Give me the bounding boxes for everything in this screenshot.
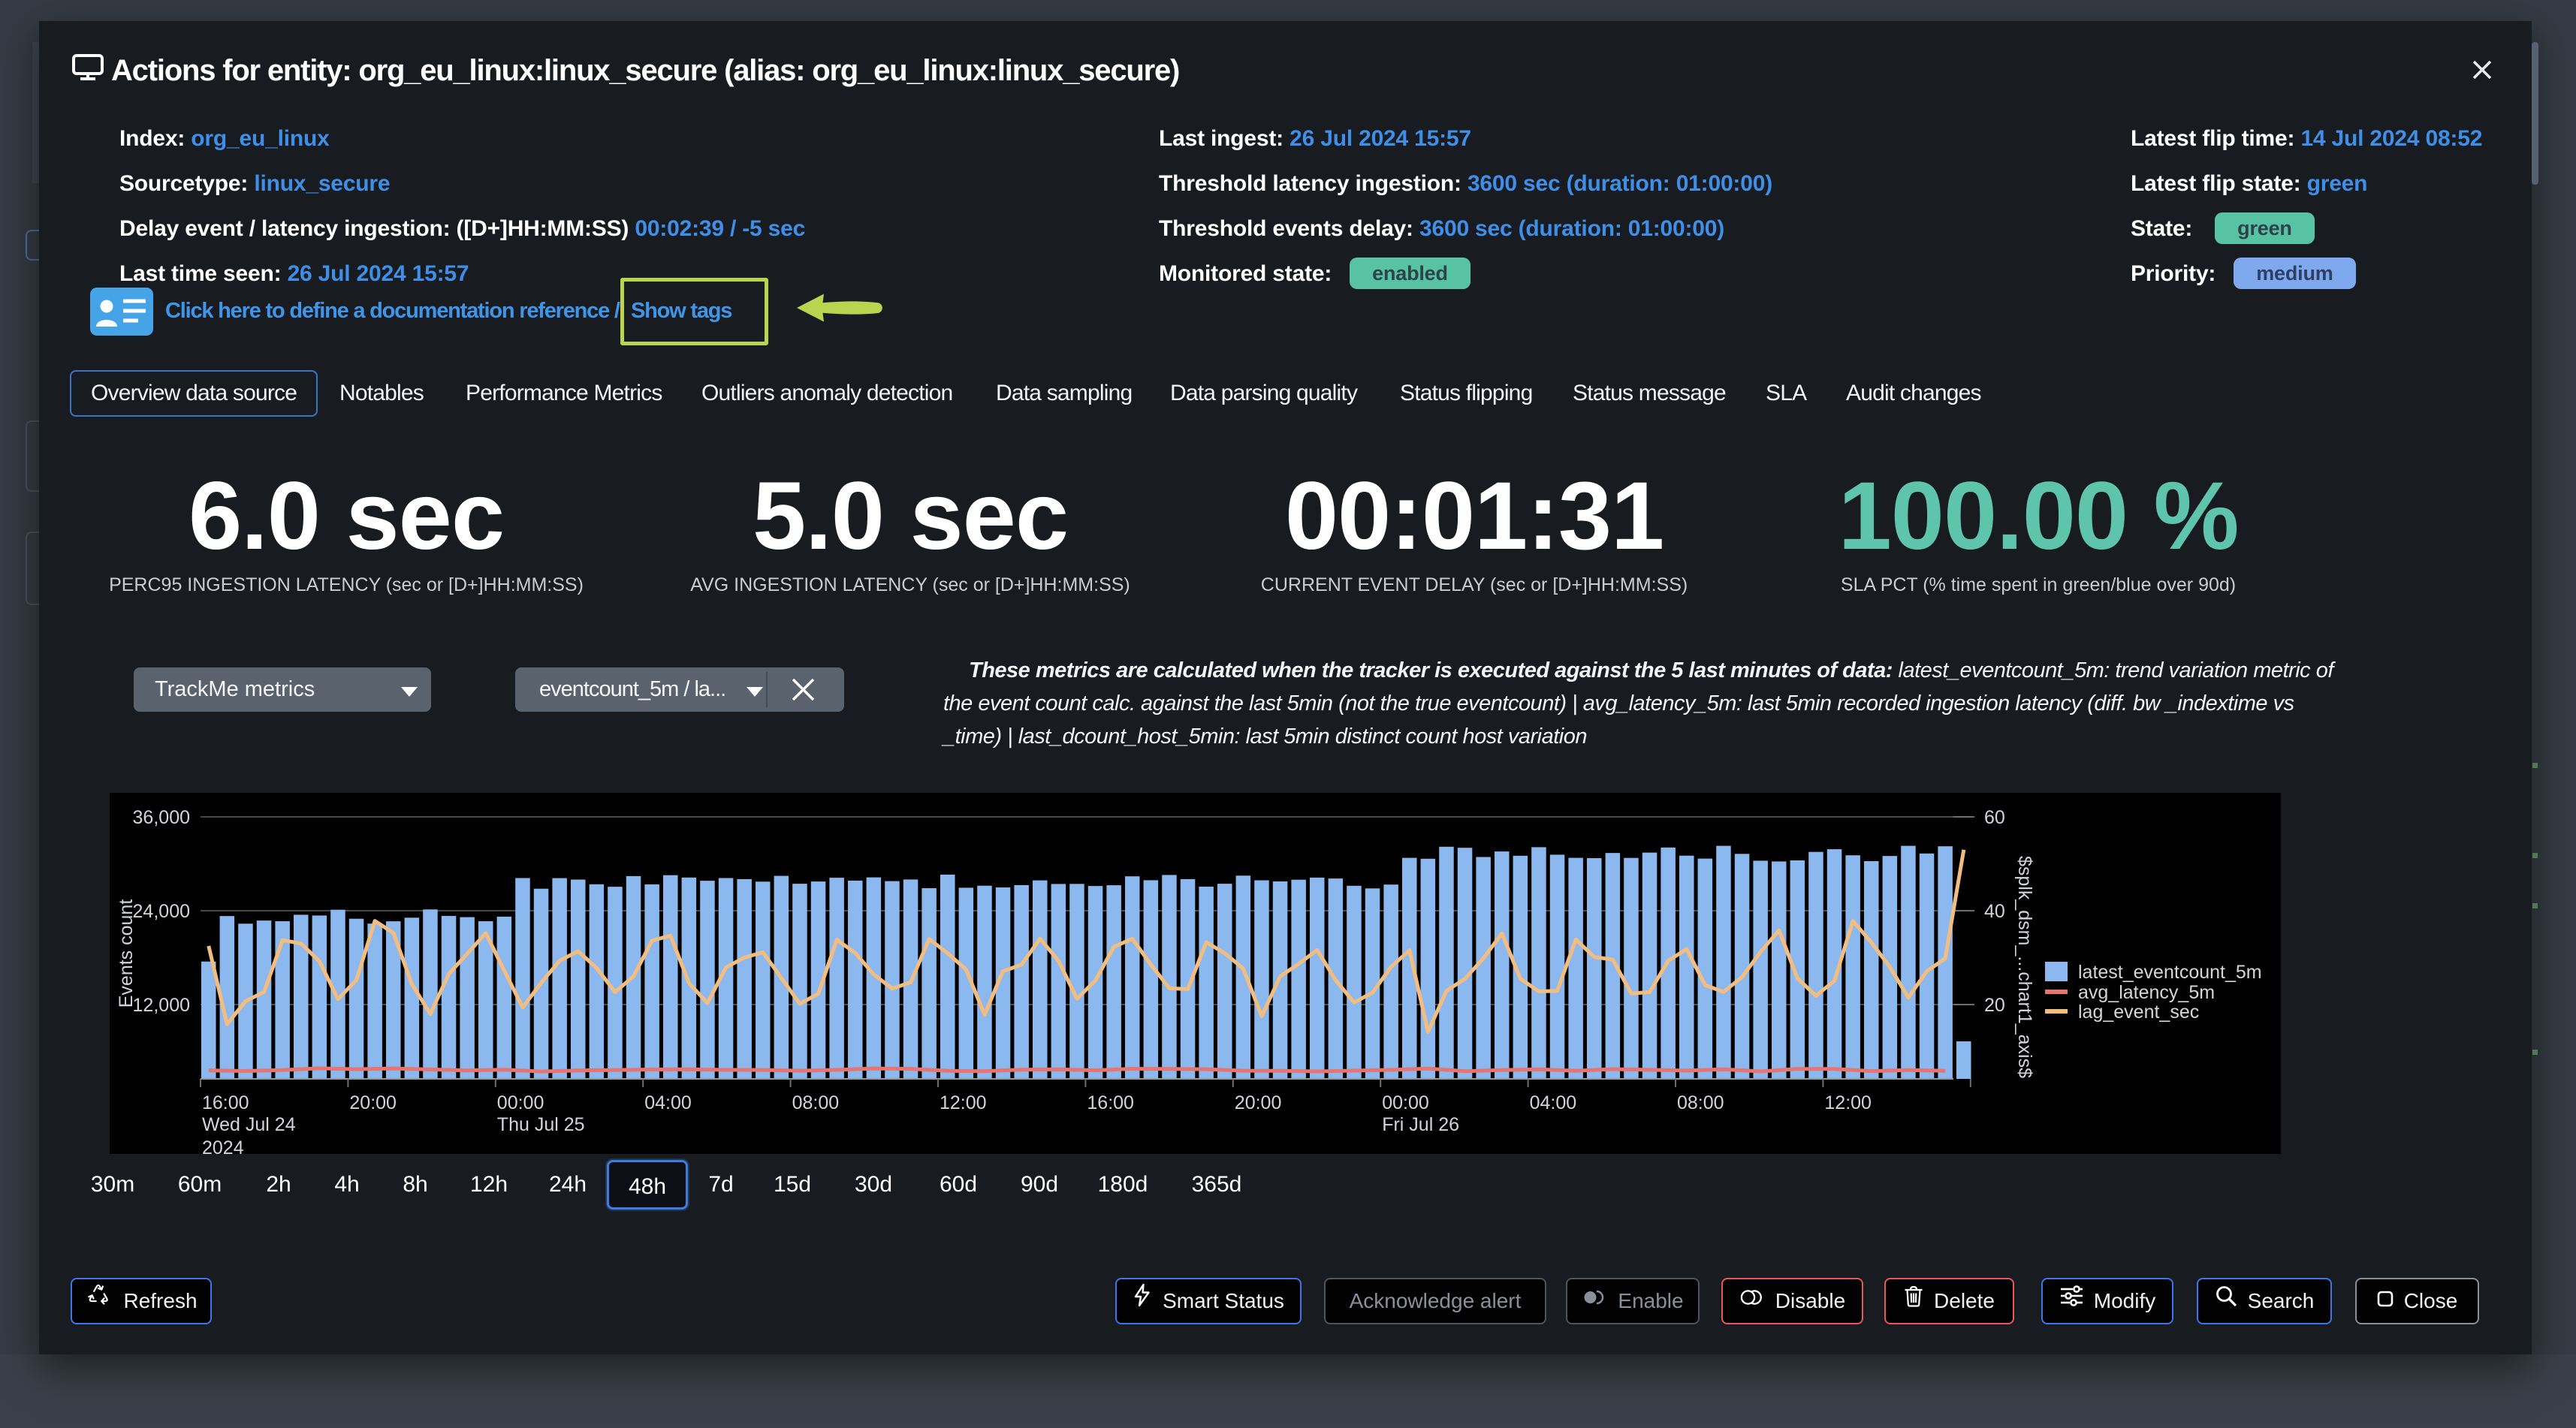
svg-text:20: 20 (1984, 995, 2005, 1016)
svg-text:Events count: Events count (116, 899, 137, 1008)
svg-text:20:00: 20:00 (1235, 1092, 1282, 1113)
svg-text:Fri Jul 26: Fri Jul 26 (1382, 1114, 1459, 1135)
svg-text:avg_latency_5m: avg_latency_5m (2078, 982, 2215, 1003)
svg-text:$splk_dsm_...chart1_axis$: $splk_dsm_...chart1_axis$ (2014, 856, 2035, 1078)
svg-text:2024: 2024 (202, 1137, 244, 1154)
svg-text:20:00: 20:00 (349, 1092, 397, 1113)
svg-text:60: 60 (1984, 807, 2005, 828)
svg-text:12:00: 12:00 (1824, 1092, 1872, 1113)
svg-text:36,000: 36,000 (133, 807, 190, 828)
svg-text:08:00: 08:00 (1677, 1092, 1724, 1113)
svg-text:Wed Jul 24: Wed Jul 24 (202, 1114, 296, 1135)
svg-text:40: 40 (1984, 901, 2005, 922)
svg-text:latest_eventcount_5m: latest_eventcount_5m (2078, 962, 2262, 983)
svg-text:04:00: 04:00 (1530, 1092, 1577, 1113)
svg-text:16:00: 16:00 (202, 1092, 249, 1113)
svg-text:Thu Jul 25: Thu Jul 25 (497, 1114, 585, 1135)
svg-text:08:00: 08:00 (792, 1092, 840, 1113)
svg-text:16:00: 16:00 (1087, 1092, 1134, 1113)
svg-text:00:00: 00:00 (497, 1092, 544, 1113)
svg-text:00:00: 00:00 (1382, 1092, 1429, 1113)
svg-text:12:00: 12:00 (940, 1092, 987, 1113)
svg-text:12,000: 12,000 (133, 995, 190, 1016)
svg-text:lag_event_sec: lag_event_sec (2078, 1002, 2199, 1023)
svg-text:04:00: 04:00 (644, 1092, 692, 1113)
svg-text:24,000: 24,000 (133, 901, 190, 922)
